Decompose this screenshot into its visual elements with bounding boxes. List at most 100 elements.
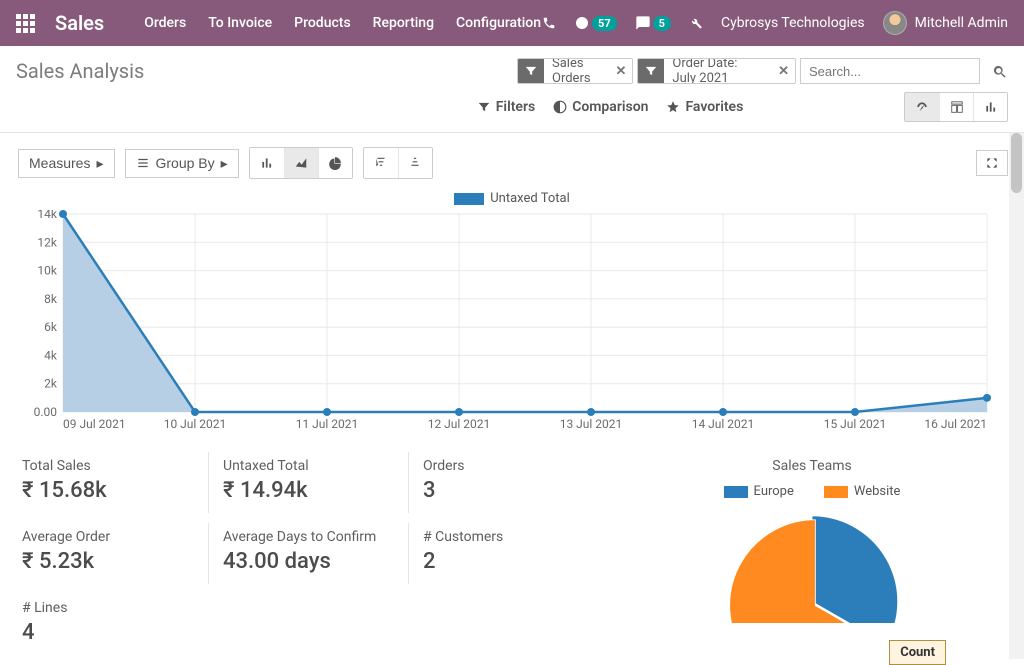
svg-text:11 Jul 2021: 11 Jul 2021 xyxy=(296,417,359,431)
pivot-view-button[interactable] xyxy=(939,93,973,121)
funnel-icon xyxy=(638,59,664,83)
kpi-customers: # Customers 2 xyxy=(408,523,608,584)
area-chart[interactable]: 0.002k4k6k8k10k12k14k 09 Jul 202110 Jul … xyxy=(20,210,1004,440)
kpi-value: 2 xyxy=(423,549,594,574)
apps-icon[interactable] xyxy=(16,14,35,33)
bar-chart-button[interactable] xyxy=(250,148,284,178)
nav-configuration[interactable]: Configuration xyxy=(456,15,541,31)
pie-tooltip: Count xyxy=(889,640,946,665)
legend-swatch xyxy=(454,193,484,205)
svg-text:6k: 6k xyxy=(44,320,58,334)
search-icon[interactable] xyxy=(992,62,1008,81)
filters-button[interactable]: Filters xyxy=(477,99,535,115)
svg-text:13 Jul 2021: 13 Jul 2021 xyxy=(560,417,623,431)
measures-label: Measures xyxy=(29,155,90,171)
nav-to-invoice[interactable]: To Invoice xyxy=(208,15,272,31)
chart-type-group xyxy=(249,147,353,179)
nav-right: 57 5 Cybrosys Technologies Mitchell Admi… xyxy=(542,11,1008,35)
svg-text:15 Jul 2021: 15 Jul 2021 xyxy=(824,417,887,431)
kpi-value: ₹ 15.68k xyxy=(22,478,194,503)
nav-orders[interactable]: Orders xyxy=(144,15,186,31)
list-icon xyxy=(136,156,150,170)
sort-asc-button[interactable] xyxy=(398,148,432,178)
brand: Sales xyxy=(55,11,104,35)
graph-view-button[interactable] xyxy=(973,93,1007,121)
comparison-button[interactable]: Comparison xyxy=(553,99,648,115)
kpi-avg-days: Average Days to Confirm 43.00 days xyxy=(208,523,408,584)
facet-close[interactable]: ✕ xyxy=(610,64,633,79)
pie-legend-website[interactable]: Website xyxy=(824,484,901,499)
svg-text:12k: 12k xyxy=(37,235,57,249)
nav-reporting[interactable]: Reporting xyxy=(373,15,434,31)
facet-label: Sales Orders xyxy=(544,58,610,84)
groupby-label: Group By xyxy=(156,155,215,171)
facet-sales-orders[interactable]: Sales Orders ✕ xyxy=(517,58,633,84)
kpi-total-sales: Total Sales ₹ 15.68k xyxy=(8,452,208,513)
subheader: Sales Analysis Sales Orders ✕ Order Date… xyxy=(0,46,1024,92)
scrollbar-thumb[interactable] xyxy=(1011,133,1022,193)
navbar: Sales Orders To Invoice Products Reporti… xyxy=(0,0,1024,46)
pie-legend: Europe Website xyxy=(622,484,1002,499)
kpi-lines: # Lines 4 xyxy=(8,594,208,655)
kpi-value: 3 xyxy=(423,478,594,503)
view-switch xyxy=(904,92,1008,122)
chart-legend[interactable]: Untaxed Total xyxy=(20,191,1004,206)
scrollbar[interactable] xyxy=(1009,133,1024,659)
kpi-label: Untaxed Total xyxy=(223,458,394,474)
control-row: Filters Comparison Favorites xyxy=(0,92,1024,132)
pie-legend-europe[interactable]: Europe xyxy=(724,484,794,499)
funnel-icon xyxy=(518,59,544,83)
kpi-orders: Orders 3 xyxy=(408,452,608,513)
svg-text:4k: 4k xyxy=(44,348,58,362)
facet-order-date[interactable]: Order Date: July 2021 ✕ xyxy=(637,58,796,84)
measures-button[interactable]: Measures ▸ xyxy=(18,149,115,178)
svg-text:0.00: 0.00 xyxy=(34,405,58,419)
kpi-label: # Customers xyxy=(423,529,594,545)
kpi-section: Total Sales ₹ 15.68k Average Order ₹ 5.2… xyxy=(0,440,1024,665)
tools-icon[interactable] xyxy=(689,16,703,30)
filter-controls: Filters Comparison Favorites xyxy=(316,99,904,115)
svg-text:14 Jul 2021: 14 Jul 2021 xyxy=(692,417,755,431)
svg-text:10k: 10k xyxy=(37,264,57,278)
avatar xyxy=(883,11,907,35)
sort-desc-button[interactable] xyxy=(364,148,398,178)
legend-text: Europe xyxy=(754,484,794,499)
kpi-average-order: Average Order ₹ 5.23k xyxy=(8,523,208,584)
filters-label: Filters xyxy=(496,99,535,115)
kpi-untaxed-total: Untaxed Total ₹ 14.94k xyxy=(208,452,408,513)
pie-title: Sales Teams xyxy=(622,458,1002,474)
pie-panel: Sales Teams Europe Website Count xyxy=(608,452,1016,665)
legend-text: Website xyxy=(854,484,901,499)
svg-text:09 Jul 2021: 09 Jul 2021 xyxy=(63,417,126,431)
kpi-value: 43.00 days xyxy=(223,549,394,574)
line-chart-button[interactable] xyxy=(284,148,318,178)
comparison-label: Comparison xyxy=(572,99,648,115)
facet-label: Order Date: July 2021 xyxy=(664,58,772,84)
kpi-label: # Lines xyxy=(22,600,194,616)
phone-icon[interactable] xyxy=(542,16,556,30)
kpi-value: 4 xyxy=(22,620,194,645)
favorites-button[interactable]: Favorites xyxy=(666,99,743,115)
legend-label: Untaxed Total xyxy=(490,191,569,206)
company-name[interactable]: Cybrosys Technologies xyxy=(721,15,865,31)
tooltip-title: Count xyxy=(900,645,935,660)
groupby-button[interactable]: Group By ▸ xyxy=(125,149,239,178)
dashboard-view-button[interactable] xyxy=(905,93,939,121)
svg-text:10 Jul 2021: 10 Jul 2021 xyxy=(164,417,227,431)
favorites-label: Favorites xyxy=(685,99,743,115)
search-input[interactable] xyxy=(800,58,980,84)
facet-close[interactable]: ✕ xyxy=(772,64,795,79)
timer-icon[interactable]: 57 xyxy=(574,15,617,31)
chat-icon[interactable]: 5 xyxy=(635,15,671,31)
pie-chart[interactable] xyxy=(702,503,922,623)
kpi-col-2: Untaxed Total ₹ 14.94k Average Days to C… xyxy=(208,452,408,665)
timer-badge: 57 xyxy=(592,16,617,31)
nav-products[interactable]: Products xyxy=(294,15,351,31)
caret-right-icon: ▸ xyxy=(221,155,228,172)
caret-right-icon: ▸ xyxy=(96,155,103,172)
user-menu[interactable]: Mitchell Admin xyxy=(883,11,1008,35)
svg-text:8k: 8k xyxy=(44,292,58,306)
pie-chart-button[interactable] xyxy=(318,148,352,178)
chat-badge: 5 xyxy=(653,16,671,31)
expand-button[interactable] xyxy=(976,150,1008,176)
